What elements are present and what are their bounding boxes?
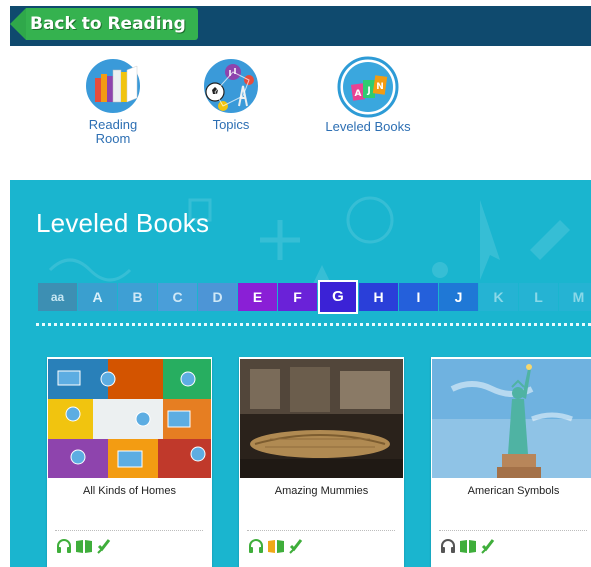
quiz-icon[interactable] bbox=[95, 537, 113, 555]
svg-text:N: N bbox=[376, 82, 384, 92]
level-selector: aa A B C D E F G H I J K L M bbox=[38, 280, 591, 314]
book-title: All Kinds of Homes bbox=[83, 485, 176, 497]
card-divider bbox=[55, 530, 203, 531]
leveled-books-icon: A J N bbox=[337, 56, 399, 118]
nav-label-line: Leveled Books bbox=[325, 119, 411, 134]
level-aa[interactable]: aa bbox=[38, 283, 77, 311]
svg-text:A: A bbox=[355, 89, 362, 99]
level-j[interactable]: J bbox=[439, 283, 478, 311]
book-cover-image bbox=[48, 359, 211, 478]
card-divider bbox=[439, 530, 587, 531]
headphones-icon[interactable] bbox=[247, 537, 265, 555]
level-a[interactable]: A bbox=[78, 283, 117, 311]
book-card[interactable]: American Symbols bbox=[431, 357, 591, 567]
book-card[interactable]: Amazing Mummies bbox=[239, 357, 404, 567]
section-title: Leveled Books bbox=[36, 208, 210, 238]
quiz-icon[interactable] bbox=[287, 537, 305, 555]
book-title: Amazing Mummies bbox=[274, 485, 369, 497]
book-title: American Symbols bbox=[467, 485, 560, 497]
book-icon[interactable] bbox=[267, 537, 285, 555]
top-bar: Back to Reading bbox=[10, 6, 591, 46]
back-to-reading-label: Back to Reading bbox=[26, 8, 198, 40]
level-f[interactable]: F bbox=[278, 283, 317, 311]
level-d[interactable]: D bbox=[198, 283, 237, 311]
book-icon[interactable] bbox=[75, 537, 93, 555]
nav-reading-room-label: Reading Room bbox=[58, 118, 168, 146]
divider bbox=[36, 323, 591, 326]
card-divider bbox=[247, 530, 395, 531]
book-card[interactable]: All Kinds of Homes bbox=[47, 357, 212, 567]
svg-text:J: J bbox=[366, 86, 370, 96]
nav-leveled-books[interactable]: A J N Leveled Books bbox=[313, 56, 423, 134]
nav-topics-label: Topics bbox=[176, 118, 286, 132]
level-h[interactable]: H bbox=[359, 283, 398, 311]
headphones-icon[interactable] bbox=[55, 537, 73, 555]
back-to-reading-button[interactable]: Back to Reading bbox=[10, 8, 198, 40]
book-icon[interactable] bbox=[459, 537, 477, 555]
book-cover-image bbox=[432, 359, 591, 478]
level-m[interactable]: M bbox=[559, 283, 591, 311]
quiz-icon[interactable] bbox=[479, 537, 497, 555]
resource-icons bbox=[439, 537, 497, 555]
book-list: All Kinds of Homes Amazing Mummies Ameri… bbox=[47, 357, 591, 567]
level-g[interactable]: G bbox=[318, 280, 358, 314]
book-cover-image bbox=[240, 359, 403, 478]
nav-reading-room[interactable]: Reading Room bbox=[58, 56, 168, 146]
level-b[interactable]: B bbox=[118, 283, 157, 311]
level-e[interactable]: E bbox=[238, 283, 277, 311]
leveled-books-section: Leveled Books aa A B C D E F G H I J K L… bbox=[10, 180, 591, 567]
level-i[interactable]: I bbox=[399, 283, 438, 311]
resource-icons bbox=[247, 537, 305, 555]
books-icon bbox=[84, 57, 142, 115]
nav-label-line: Topics bbox=[212, 117, 250, 132]
nav-label-line: Room bbox=[95, 131, 131, 146]
nav-leveled-books-label: Leveled Books bbox=[313, 120, 423, 134]
level-c[interactable]: C bbox=[158, 283, 197, 311]
nav-topics[interactable]: Topics bbox=[176, 56, 286, 132]
level-k[interactable]: K bbox=[479, 283, 518, 311]
resource-icons bbox=[55, 537, 113, 555]
topics-icon bbox=[202, 57, 260, 115]
back-arrow-icon bbox=[10, 8, 26, 40]
level-l[interactable]: L bbox=[519, 283, 558, 311]
headphones-icon[interactable] bbox=[439, 537, 457, 555]
nav-label-line: Reading bbox=[88, 117, 138, 132]
